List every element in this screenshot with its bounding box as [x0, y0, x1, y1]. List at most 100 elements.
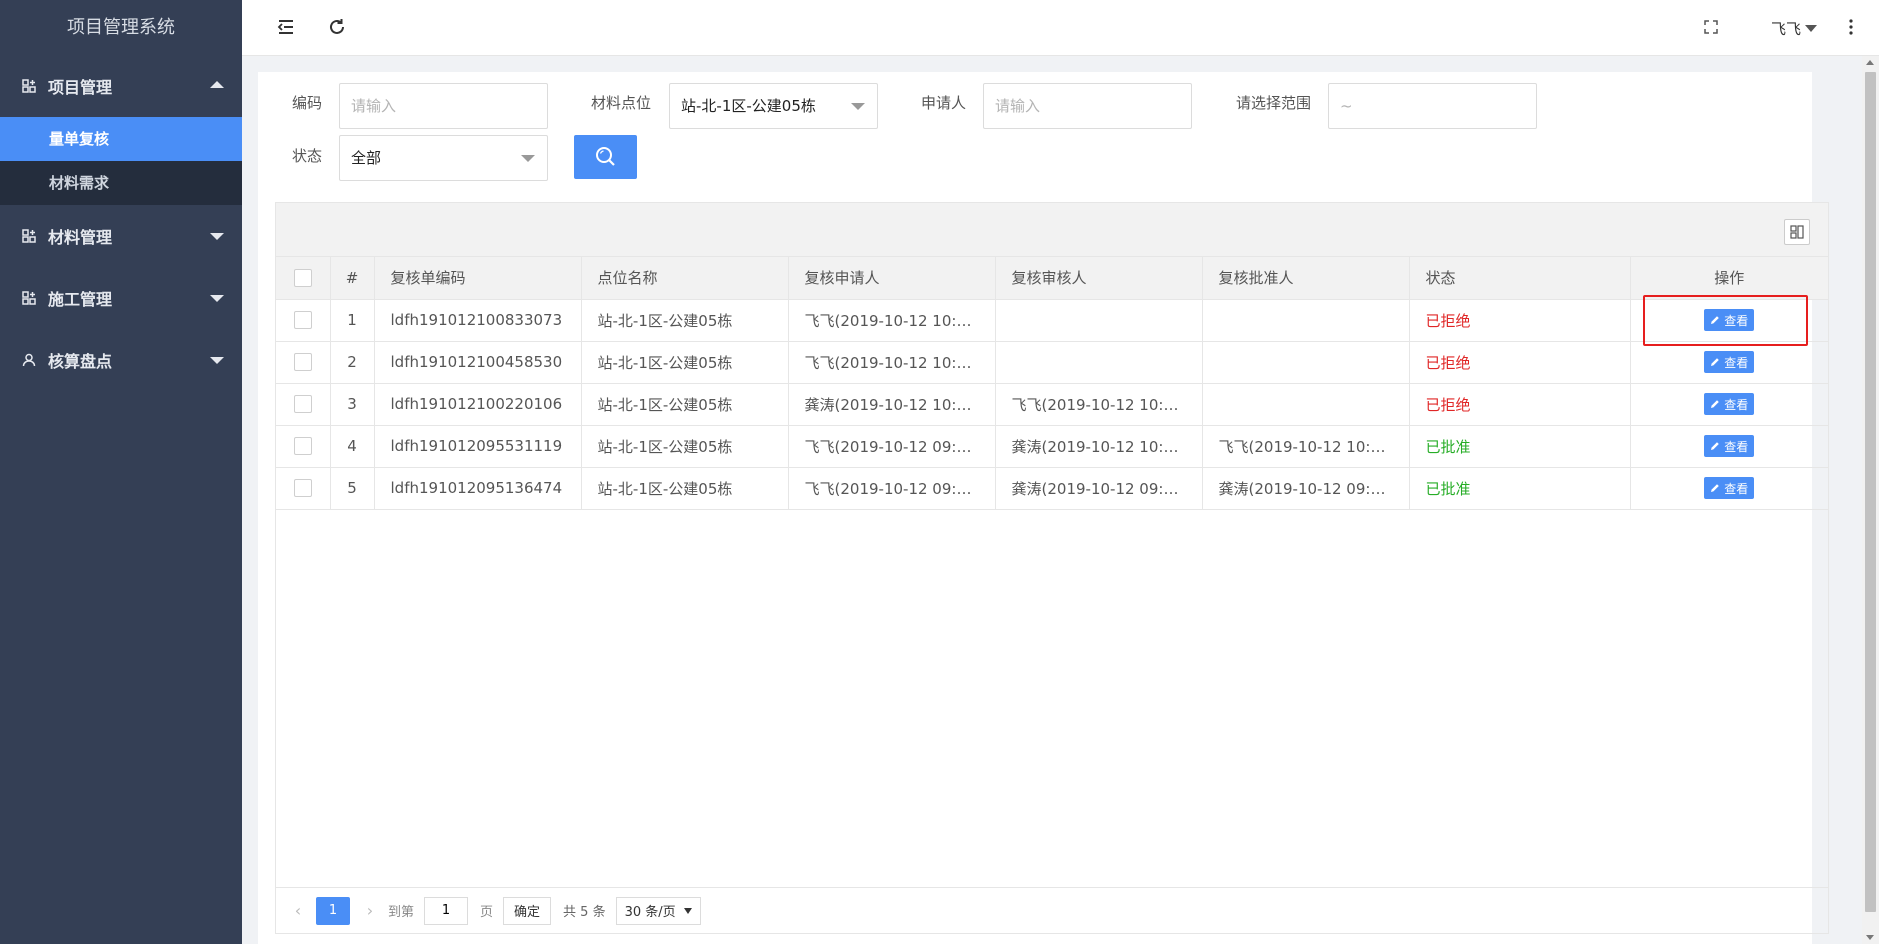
edit-pencil-icon — [1711, 484, 1720, 492]
select-all-checkbox[interactable] — [293, 269, 312, 287]
row-reviewer: 飞飞(2019-10-12 10:0... — [995, 383, 1203, 426]
page-size-select[interactable]: 30 条/页 — [615, 896, 701, 925]
applicant-input[interactable] — [983, 83, 1192, 129]
view-button-label: 查看 — [1724, 313, 1749, 328]
row-select-cell — [276, 383, 331, 426]
app-title: 项目管理系统 — [67, 17, 175, 38]
applicant-label: 申请人 — [921, 94, 967, 112]
col-reviewer: 复核审核人 — [995, 257, 1203, 300]
next-page-icon[interactable]: › — [362, 901, 378, 920]
caret-down-icon — [1805, 25, 1817, 32]
row-location: 站-北-1区-公建05栋 — [581, 299, 789, 342]
range-label: 请选择范围 — [1236, 94, 1312, 112]
fullscreen-icon[interactable] — [1700, 16, 1722, 38]
menu-label: 材料管理 — [48, 228, 113, 247]
col-approver: 复核批准人 — [1202, 257, 1410, 300]
view-button[interactable]: 查看 — [1704, 477, 1755, 499]
range-input[interactable] — [1328, 83, 1537, 129]
row-approver: 龚涛(2019-10-12 09:5... — [1202, 467, 1410, 510]
caret-down-icon — [683, 907, 692, 914]
row-action-cell: 查看 — [1630, 383, 1828, 426]
row-code: ldfh191012100220106 — [374, 383, 582, 426]
page-unit: 页 — [480, 905, 494, 920]
menu-label: 项目管理 — [48, 78, 113, 97]
row-location: 站-北-1区-公建05栋 — [581, 383, 789, 426]
status-label: 状态 — [292, 147, 323, 165]
goto-confirm-button[interactable]: 确定 — [503, 896, 552, 925]
refresh-icon[interactable] — [326, 16, 348, 38]
search-icon — [596, 147, 615, 166]
view-button[interactable]: 查看 — [1704, 435, 1755, 457]
row-checkbox[interactable] — [293, 479, 312, 498]
chevron-down-icon — [521, 155, 535, 162]
row-select-cell — [276, 467, 331, 510]
row-action-cell: 查看 — [1630, 425, 1828, 468]
location-select[interactable]: 站-北-1区-公建05栋 — [669, 83, 878, 129]
row-status: 已拒绝 — [1409, 383, 1631, 426]
row-index: 5 — [330, 467, 375, 510]
pagination: ‹ 1 › 到第 页 确定 共 5 条 30 条/页 — [276, 887, 1828, 933]
col-action: 操作 — [1630, 257, 1828, 300]
sidebar-item-quantity-review[interactable]: 量单复核 — [0, 117, 242, 161]
scroll-up-icon[interactable] — [1866, 60, 1874, 65]
row-status: 已批准 — [1409, 467, 1631, 510]
row-checkbox[interactable] — [293, 311, 312, 330]
data-table: # 复核单编码 点位名称 复核申请人 复核审核人 复核批准人 状态 操作 1 ld… — [275, 202, 1829, 934]
user-name: 飞飞 — [1770, 20, 1801, 38]
review-table: # 复核单编码 点位名称 复核申请人 复核审核人 复核批准人 状态 操作 1 ld… — [276, 257, 1828, 510]
row-applicant: 飞飞(2019-10-12 09:5... — [788, 425, 996, 468]
scroll-thumb[interactable] — [1865, 72, 1876, 912]
view-button[interactable]: 查看 — [1704, 351, 1755, 373]
row-checkbox[interactable] — [293, 395, 312, 414]
menu-collapse-icon[interactable] — [275, 16, 297, 38]
row-location: 站-北-1区-公建05栋 — [581, 341, 789, 384]
menu-project-management[interactable]: 项目管理 — [0, 55, 242, 117]
row-reviewer: 龚涛(2019-10-12 09:5... — [995, 467, 1203, 510]
row-code: ldfh191012100833073 — [374, 299, 582, 342]
chevron-up-icon — [210, 81, 224, 88]
scroll-down-icon[interactable] — [1866, 935, 1874, 940]
view-button[interactable]: 查看 — [1704, 309, 1755, 331]
row-reviewer: 龚涛(2019-10-12 10:1... — [995, 425, 1203, 468]
menu-material-management[interactable]: 材料管理 — [0, 205, 242, 267]
row-applicant: 龚涛(2019-10-12 10:0... — [788, 383, 996, 426]
sidebar: 项目管理系统 项目管理 量单复核 材料需求 材料管理 施工管理 核算盘点 — [0, 0, 242, 944]
sidebar-item-material-demand[interactable]: 材料需求 — [0, 161, 242, 205]
row-select-cell — [276, 341, 331, 384]
menu-accounting-inventory[interactable]: 核算盘点 — [0, 329, 242, 391]
col-location: 点位名称 — [581, 257, 789, 300]
prev-page-icon[interactable]: ‹ — [290, 901, 306, 920]
row-checkbox[interactable] — [293, 437, 312, 456]
view-button[interactable]: 查看 — [1704, 393, 1755, 415]
goto-page-input[interactable] — [424, 896, 469, 925]
page-1-button[interactable]: 1 — [316, 896, 350, 925]
location-label: 材料点位 — [591, 94, 652, 112]
status-select[interactable]: 全部 — [339, 135, 548, 181]
row-approver: 飞飞(2019-10-12 10:1... — [1202, 425, 1410, 468]
apps-icon — [22, 229, 36, 243]
user-icon — [22, 353, 36, 367]
search-button[interactable] — [574, 135, 637, 179]
row-action-cell: 查看 — [1630, 467, 1828, 510]
row-approver — [1202, 341, 1410, 384]
table-row: 4 ldfh191012095531119 站-北-1区-公建05栋 飞飞(2019-… — [276, 425, 1828, 468]
user-menu[interactable]: 飞飞 — [1771, 18, 1817, 39]
row-checkbox[interactable] — [293, 353, 312, 372]
menu-construction-management[interactable]: 施工管理 — [0, 267, 242, 329]
col-code: 复核单编码 — [374, 257, 582, 300]
select-all-cell — [276, 257, 331, 300]
content-card: 编码 材料点位 站-北-1区-公建05栋 申请人 请选择范围 状态 全部 — [258, 72, 1829, 944]
table-row: 5 ldfh191012095136474 站-北-1区-公建05栋 飞飞(2019-… — [276, 467, 1828, 510]
apps-icon — [22, 291, 36, 305]
table-row: 2 ldfh191012100458530 站-北-1区-公建05栋 飞飞(2019-… — [276, 341, 1828, 384]
page-scrollbar[interactable] — [1862, 56, 1879, 944]
code-input[interactable] — [339, 83, 548, 129]
menu-label: 核算盘点 — [48, 352, 113, 371]
row-status: 已拒绝 — [1409, 341, 1631, 384]
more-vertical-icon[interactable] — [1840, 16, 1862, 38]
grid-icon — [1790, 225, 1804, 239]
row-index: 1 — [330, 299, 375, 342]
row-select-cell — [276, 299, 331, 342]
column-filter-button[interactable] — [1784, 219, 1810, 245]
row-applicant: 飞飞(2019-10-12 10:0... — [788, 341, 996, 384]
